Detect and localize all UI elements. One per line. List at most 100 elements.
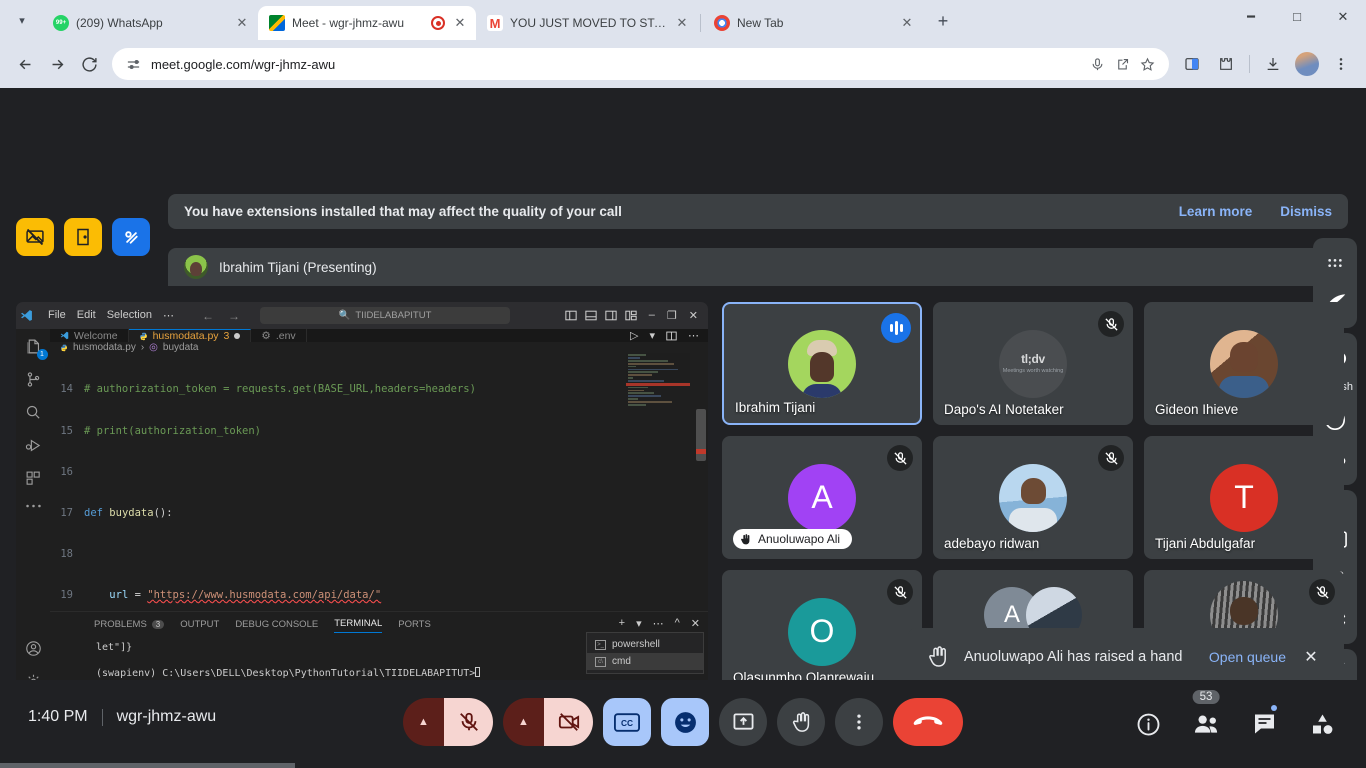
close-tab-icon[interactable]: ✕ [674,15,690,31]
close-tab-icon[interactable]: ✕ [234,15,250,31]
accounts-icon[interactable] [25,640,42,657]
drag-handle-icon[interactable] [1315,244,1355,282]
meeting-details-icon[interactable] [1128,704,1168,744]
run-dropdown-chevron-icon[interactable]: ▾ [649,329,655,342]
tab-search-chevron-icon[interactable]: ▾ [8,6,36,34]
camera-options-chevron-icon[interactable]: ▲ [503,698,544,746]
toggle-secondary-sidebar-icon[interactable] [605,310,617,321]
more-views-icon[interactable] [25,503,42,509]
vscode-restore-button[interactable]: ❐ [667,309,677,322]
vscode-menu-file[interactable]: File [48,309,66,322]
panel-more-actions-icon[interactable]: ⋯ [653,617,664,630]
present-now-button[interactable] [719,698,767,746]
maximize-panel-icon[interactable]: ^ [675,617,680,630]
extensions-puzzle-icon[interactable] [1211,49,1241,79]
learn-more-link[interactable]: Learn more [1179,204,1253,219]
reactions-button[interactable] [661,698,709,746]
toggle-panel-icon[interactable] [585,310,597,321]
editor-more-actions-icon[interactable]: ⋯ [688,329,699,342]
more-options-button[interactable] [835,698,883,746]
browser-tab-whatsapp[interactable]: (209) WhatsApp ✕ [42,6,258,40]
profile-avatar[interactable] [1292,49,1322,79]
vscode-code-editor[interactable]: 14 # authorization_token = requests.get(B… [50,353,708,611]
close-toast-icon[interactable]: ✕ [1300,647,1322,667]
editor-tab-env[interactable]: ⚙ .env [251,329,307,342]
source-control-icon[interactable] [25,371,42,388]
close-tab-icon[interactable]: ✕ [452,15,468,31]
people-icon[interactable]: 53 [1186,690,1226,744]
split-view-icon[interactable] [1177,49,1207,79]
breadcrumb-symbol[interactable]: buydata [163,342,199,353]
vscode-nav-back-icon[interactable]: ← [202,309,214,323]
activities-icon[interactable] [1302,704,1342,744]
editor-tab-welcome[interactable]: Welcome [50,329,129,342]
participant-tile-gideon-ihieve[interactable]: Gideon Ihieve [1144,302,1344,425]
close-panel-icon[interactable]: ✕ [691,617,700,630]
browser-tab-meet[interactable]: Meet - wgr-jhmz-awu ✕ [258,6,476,40]
forward-icon[interactable] [42,49,72,79]
site-settings-icon[interactable] [126,57,141,72]
close-window-button[interactable]: ✕ [1320,0,1366,33]
mic-muted-icon[interactable] [444,698,493,746]
vscode-nav-forward-icon[interactable]: → [228,309,240,323]
panel-tab-debug-console[interactable]: DEBUG CONSOLE [235,615,318,633]
vscode-menu-selection[interactable]: Selection [107,309,152,322]
extensions-icon[interactable] [25,470,42,487]
leave-call-button[interactable] [893,698,963,746]
vscode-minimize-button[interactable]: – [649,309,655,322]
vscode-command-search[interactable]: 🔍 TIIDELABAPITUT [259,307,510,324]
run-and-debug-icon[interactable] [25,437,42,454]
participant-tile-tijani-abdulgafar[interactable]: T Tijani Abdulgafar [1144,436,1344,559]
split-editor-icon[interactable] [666,331,677,341]
maximize-window-button[interactable]: □ [1274,0,1320,33]
customize-layout-icon[interactable] [625,310,637,321]
chat-icon[interactable] [1244,704,1284,744]
participant-tile-anuoluwapo-ali[interactable]: A Anuoluwapo Ali [722,436,922,559]
explorer-icon[interactable]: 1 [25,338,48,360]
panel-tab-ports[interactable]: PORTS [398,615,431,633]
search-icon[interactable] [25,404,42,421]
tab-recording-indicator-icon[interactable] [431,16,445,30]
leave-door-ext-button[interactable] [64,218,102,256]
captions-toggle[interactable]: CC [603,698,651,746]
stop-screenshare-ext-button[interactable] [16,218,54,256]
downloads-icon[interactable] [1258,49,1288,79]
camera-off-icon[interactable] [544,698,593,746]
participant-tile-olasunmbo-olanrewaju[interactable]: O Olasunmbo Olanrewaju [722,570,922,693]
dismiss-banner-button[interactable]: Dismiss [1280,204,1332,219]
bookmark-star-icon[interactable] [1140,57,1155,72]
back-icon[interactable] [10,49,40,79]
terminal-profile-cmd[interactable]: c\ cmd [587,653,703,670]
browser-tab-gmail[interactable]: M YOU JUST MOVED TO STAGE 4 ✕ [476,6,698,40]
vscode-menu-more[interactable]: ⋯ [163,309,174,322]
page-horizontal-scrollbar[interactable] [0,763,295,768]
editor-tab-husmodata[interactable]: husmodata.py 3 [128,329,252,342]
grammarly-ext-button[interactable] [112,218,150,256]
run-python-icon[interactable]: ▷ [630,329,638,342]
vscode-menu-edit[interactable]: Edit [77,309,96,322]
close-tab-icon[interactable]: ✕ [899,15,915,31]
open-queue-link[interactable]: Open queue [1209,649,1286,665]
panel-tab-problems[interactable]: PROBLEMS 3 [94,615,165,633]
participant-tile-dapos-ai-notetaker[interactable]: tl;dv Meetings worth watching Dapo's AI … [933,302,1133,425]
participant-tile-adebayo-ridwan[interactable]: adebayo ridwan [933,436,1133,559]
participant-tile-ibrahim-tijani[interactable]: Ibrahim Tijani [722,302,922,425]
terminal-profile-dropdown[interactable]: >_ powershell c\ cmd [586,632,704,674]
minimize-window-button[interactable]: ━ [1228,0,1274,33]
toggle-primary-sidebar-icon[interactable] [565,310,577,321]
mic-options-chevron-icon[interactable]: ▲ [403,698,444,746]
browser-tab-newtab[interactable]: New Tab ✕ [703,6,923,40]
new-tab-button[interactable]: + [929,7,957,35]
camera-toggle[interactable]: ▲ [503,698,593,746]
terminal-profile-chevron-icon[interactable]: ▾ [636,617,642,630]
share-icon[interactable] [1115,57,1130,72]
raise-hand-button[interactable] [777,698,825,746]
microphone-toggle[interactable]: ▲ [403,698,493,746]
mic-icon[interactable] [1090,57,1105,72]
chrome-menu-icon[interactable] [1326,49,1356,79]
minimap[interactable] [626,353,690,413]
new-terminal-icon[interactable]: + [619,617,625,630]
panel-tab-output[interactable]: OUTPUT [180,615,219,633]
vscode-close-button[interactable]: ✕ [689,309,698,322]
terminal-profile-powershell[interactable]: >_ powershell [587,636,703,653]
